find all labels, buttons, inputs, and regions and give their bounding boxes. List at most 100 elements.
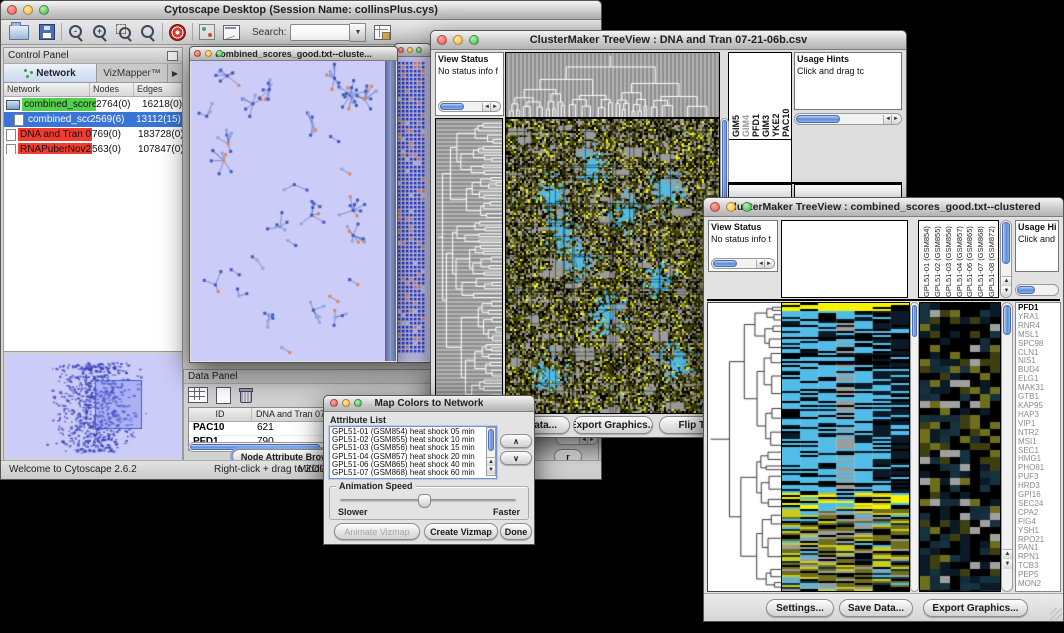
tv1-heatmap-canvas[interactable] [505,118,720,414]
tv2-button-bar: Settings... Save Data... Export Graphics… [704,593,1063,621]
tv1-column-label[interactable]: GIM3 [761,53,771,137]
close-button[interactable] [194,50,201,57]
network-col-network[interactable]: Network [4,83,90,96]
tv2-collabels-vscrollbar[interactable]: ▲ ▼ [1000,220,1012,298]
attribute-list-item[interactable]: GPL51-07 (GSM868) heat shock 60 min [332,469,494,477]
tab-network[interactable]: Network [4,64,97,82]
search-input[interactable] [290,24,350,41]
attribute-listbox[interactable]: GPL51-01 (GSM854) heat shock 05 minGPL51… [329,426,497,479]
search-dropdown-button[interactable]: ▼ [350,23,366,42]
tv2-genes-vscrollbar[interactable]: ▲ ▼ [1001,302,1013,592]
attribute-list-vscrollbar[interactable]: ▲ ▼ [486,427,496,476]
tv2-column-label[interactable]: GPL51-08 (GSM872) [987,221,998,297]
treeview1-titlebar[interactable]: ClusterMaker TreeView : DNA and Tran 07-… [431,31,906,50]
tv2-usage-hscrollbar[interactable] [1015,284,1059,296]
tv1-usage-hscrollbar[interactable]: ◄ ► [794,113,902,125]
zoom-fit-icon[interactable] [116,24,132,40]
tv2-save-data-button[interactable]: Save Data... [839,599,913,617]
tv2-column-label[interactable]: GPL51-07 (GSM868) [976,221,987,297]
tv2-gene-labels-panel: PFD1YRA1RNR4MSL1SPC98CLN1NIS1BUD4ELG1MAK… [1015,302,1061,592]
annotation-icon[interactable] [199,24,215,40]
minimize-button[interactable] [23,5,33,15]
network-scroll-strip[interactable] [385,61,396,361]
speed-slider-thumb[interactable] [418,494,431,508]
zoom-in-icon[interactable]: + [92,24,108,40]
tv1-status-hscrollbar[interactable]: ◄ ► [438,101,501,112]
tv2-global-vscrollbar[interactable] [910,302,919,592]
tv1-column-label[interactable]: GIM5 [731,53,741,137]
table-icon[interactable] [188,387,208,403]
close-button[interactable] [398,47,404,53]
tv2-row-dendrogram[interactable] [707,302,782,592]
attribute-browser-icon[interactable] [374,25,391,40]
zoom-button[interactable] [469,35,479,45]
float-panel-icon[interactable] [167,51,178,61]
network-row[interactable]: combined_sco2569(6)13112(15) [4,112,182,127]
tv1-column-label[interactable]: GIM4 [741,53,751,137]
create-vizmap-button[interactable]: Create Vizmap [424,523,498,540]
new-document-icon[interactable] [216,387,231,404]
tv1-row-dendrogram[interactable] [435,118,503,414]
tv1-export-graphics-button[interactable]: Export Graphics... [573,416,653,434]
zoom-button[interactable] [742,202,752,212]
canvas-snapshot-icon[interactable] [223,25,240,40]
node-grid-canvas[interactable] [396,59,427,359]
tv2-column-label[interactable]: GPL51-04 (GSM857) [955,221,966,297]
tv2-column-label[interactable]: GPL51-01 (GSM854) [922,221,933,297]
move-down-button[interactable]: ∨ [500,451,532,465]
network-window-titlebar[interactable]: combined_scores_good.txt--cluste... [190,47,397,61]
network-row[interactable]: combined_scores2764(0)16218(0) [4,97,182,112]
minimize-button[interactable] [407,47,413,53]
tab-overflow-button[interactable]: ▶ [168,64,182,82]
network-row[interactable]: DNA and Tran 07769(0)183728(0) [4,127,182,142]
trash-icon[interactable] [239,387,251,401]
close-button[interactable] [7,5,17,15]
tv1-column-dendrogram[interactable] [505,52,720,118]
tv1-column-label[interactable]: YKE2 [771,53,781,137]
tv2-column-tree-panel[interactable] [781,220,908,298]
network-col-nodes[interactable]: Nodes [90,83,134,96]
network-canvas[interactable] [191,61,385,361]
zoom-selected-icon[interactable] [140,24,156,40]
done-button[interactable]: Done [500,523,532,540]
open-file-icon[interactable] [9,25,29,40]
close-button[interactable] [437,35,447,45]
birdseye-view-canvas[interactable] [5,354,181,458]
main-titlebar[interactable]: Cytoscape Desktop (Session Name: collins… [1,1,601,20]
move-up-button[interactable]: ∧ [500,434,532,448]
tv2-settings-button[interactable]: Settings... [766,599,834,617]
zoom-button[interactable] [416,47,422,53]
resize-grip[interactable] [1050,608,1062,620]
birdseye-panel[interactable] [5,354,181,458]
dialog-title: Map Colors to Network [375,398,484,409]
tv2-gene-label[interactable]: MON2 [1018,580,1060,589]
help-icon[interactable] [169,24,186,41]
save-icon[interactable] [39,24,55,40]
animate-vizmap-button[interactable]: Animate Vizmap [334,523,420,540]
zoom-button[interactable] [39,5,49,15]
tv2-zoom-heatmap[interactable] [919,302,1001,592]
minimize-button[interactable] [453,35,463,45]
tv2-column-label[interactable]: GPL51-03 (GSM856) [944,221,955,297]
tab-vizmapper[interactable]: VizMapper™ [97,64,168,82]
minimize-button[interactable] [726,202,736,212]
tv2-column-label[interactable]: GPL51-06 (GSM865) [965,221,976,297]
tv2-global-heatmap[interactable] [781,302,910,592]
treeview2-titlebar[interactable]: ClusterMaker TreeView : combined_scores_… [704,198,1063,217]
zoom-button[interactable] [216,50,223,57]
minimize-button[interactable] [205,50,212,57]
tv2-column-label[interactable]: GPL51-02 (GSM855) [933,221,944,297]
dialog-titlebar[interactable]: Map Colors to Network [324,396,534,412]
tv2-status-hscrollbar[interactable]: ◄ ► [711,258,775,269]
zoom-button[interactable] [354,399,362,407]
close-button[interactable] [710,202,720,212]
network-col-edges[interactable]: Edges [134,83,182,96]
tv2-export-graphics-button[interactable]: Export Graphics... [923,599,1028,617]
zoom-out-icon[interactable]: - [68,24,84,40]
close-button[interactable] [330,399,338,407]
window-controls[interactable] [7,5,49,15]
tv1-column-label[interactable]: PAC10 [781,53,791,137]
data-col-id[interactable]: ID [189,408,252,421]
tv1-column-label[interactable]: PFD1 [751,53,761,137]
minimize-button[interactable] [342,399,350,407]
